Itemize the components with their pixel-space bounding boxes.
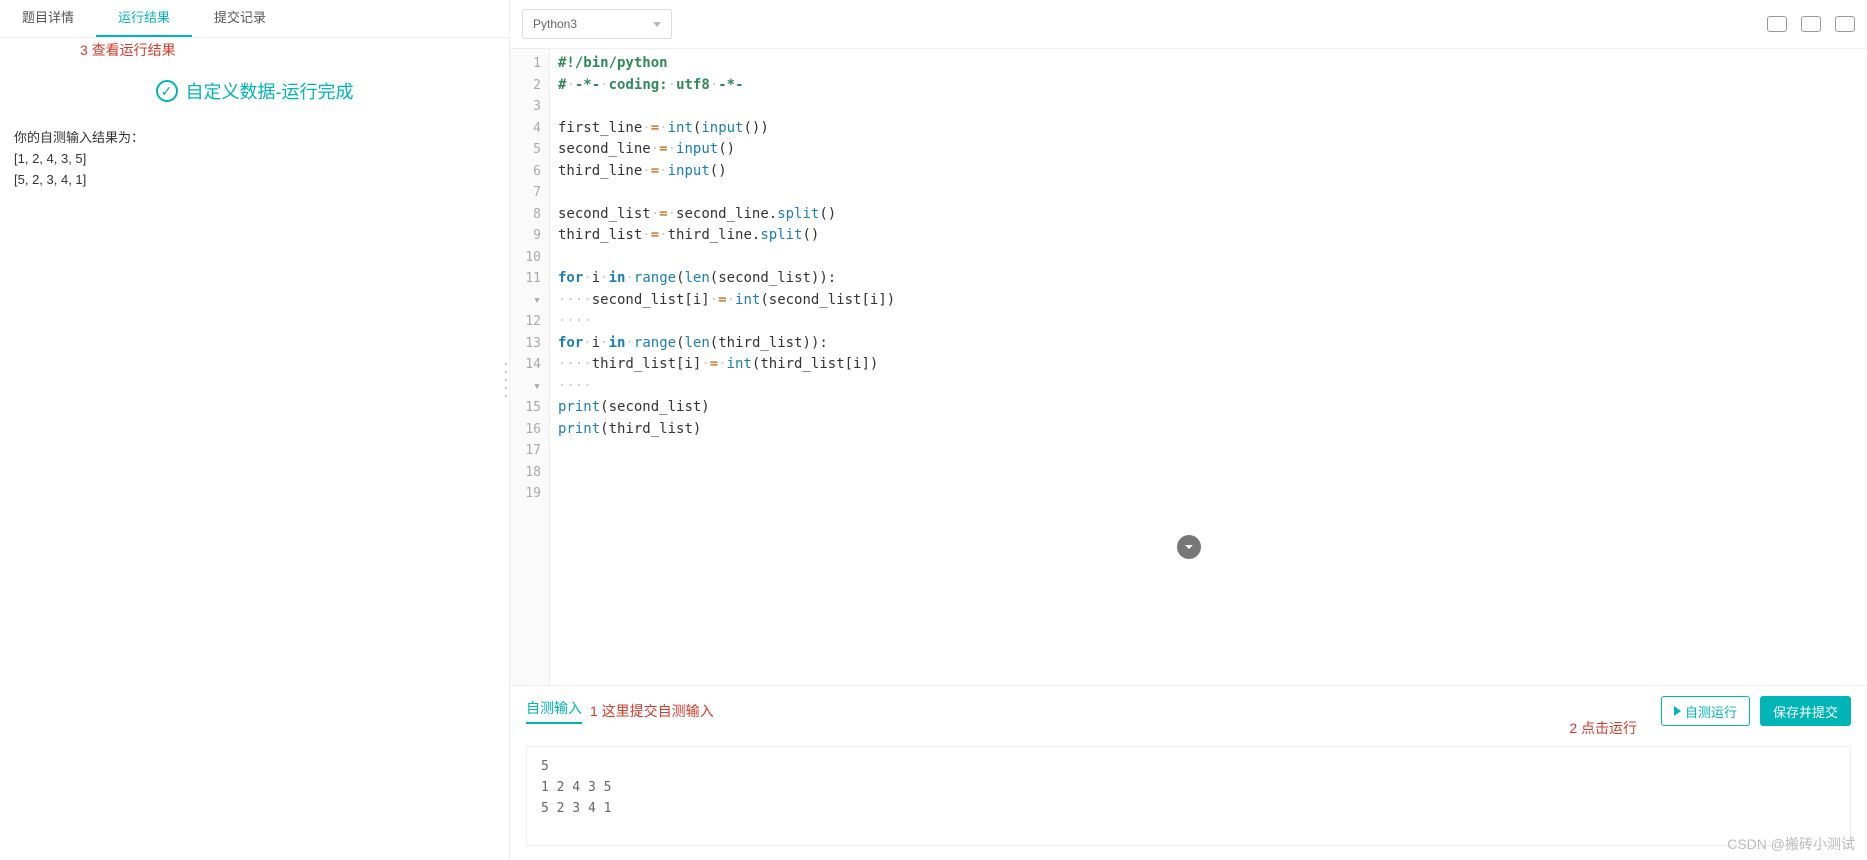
- check-circle-icon: ✓: [156, 80, 178, 102]
- bottom-pane: 自测输入 1 这里提交自测输入 自测运行 保存并提交 2 点击运行 5 1 2 …: [510, 685, 1867, 860]
- result-label: 你的自测输入结果为：: [14, 128, 495, 149]
- run-status-text: 自定义数据-运行完成: [186, 78, 354, 104]
- run-status: ✓ 自定义数据-运行完成: [0, 78, 509, 104]
- editor-toolbar: Python3: [510, 0, 1867, 48]
- annotation-3: 3 查看运行结果: [80, 40, 176, 60]
- language-value: Python3: [533, 17, 577, 31]
- right-panel: Python3 1234567891011 ▾121314 ▾151617181…: [510, 0, 1867, 860]
- collapse-toggle[interactable]: [1177, 535, 1201, 559]
- bottom-header: 自测输入 1 这里提交自测输入 自测运行 保存并提交: [526, 696, 1851, 726]
- self-test-run-label: 自测运行: [1685, 702, 1737, 721]
- code-editor[interactable]: 1234567891011 ▾121314 ▾1516171819 #!/bin…: [510, 48, 1867, 685]
- self-test-input[interactable]: 5 1 2 4 3 5 5 2 3 4 1: [526, 746, 1851, 846]
- result-block: 你的自测输入结果为： [1, 2, 4, 3, 5][5, 2, 3, 4, 1…: [0, 114, 509, 204]
- chevron-down-icon: [1183, 541, 1195, 553]
- result-line: [1, 2, 4, 3, 5]: [14, 149, 495, 170]
- tab-selftest-input[interactable]: 自测输入: [526, 698, 582, 724]
- result-line: [5, 2, 3, 4, 1]: [14, 170, 495, 191]
- watermark: CSDN @搬砖小测试: [1727, 834, 1855, 854]
- self-test-run-button[interactable]: 自测运行: [1661, 696, 1750, 726]
- left-tabs: 题目详情运行结果提交记录: [0, 0, 509, 38]
- save-submit-label: 保存并提交: [1773, 702, 1838, 721]
- toolbar-right: [1767, 16, 1855, 32]
- editor-gutter: 1234567891011 ▾121314 ▾1516171819: [510, 49, 550, 685]
- save-submit-button[interactable]: 保存并提交: [1760, 696, 1851, 726]
- annotation-1: 1 这里提交自测输入: [590, 701, 714, 721]
- tab-1[interactable]: 运行结果: [96, 0, 192, 37]
- tab-0[interactable]: 题目详情: [0, 0, 96, 37]
- fullscreen-icon[interactable]: [1835, 16, 1855, 32]
- annotation-2: 2 点击运行: [1569, 718, 1637, 738]
- language-select[interactable]: Python3: [522, 9, 672, 39]
- reset-icon[interactable]: [1801, 16, 1821, 32]
- editor-code[interactable]: #!/bin/python#·-*-·coding:·utf8·-*- firs…: [550, 49, 1867, 685]
- play-icon: [1674, 706, 1681, 716]
- splitter-grip[interactable]: [503, 360, 509, 400]
- left-panel: 题目详情运行结果提交记录 3 查看运行结果 ✓ 自定义数据-运行完成 你的自测输…: [0, 0, 510, 860]
- keyboard-icon[interactable]: [1767, 16, 1787, 32]
- tab-2[interactable]: 提交记录: [192, 0, 288, 37]
